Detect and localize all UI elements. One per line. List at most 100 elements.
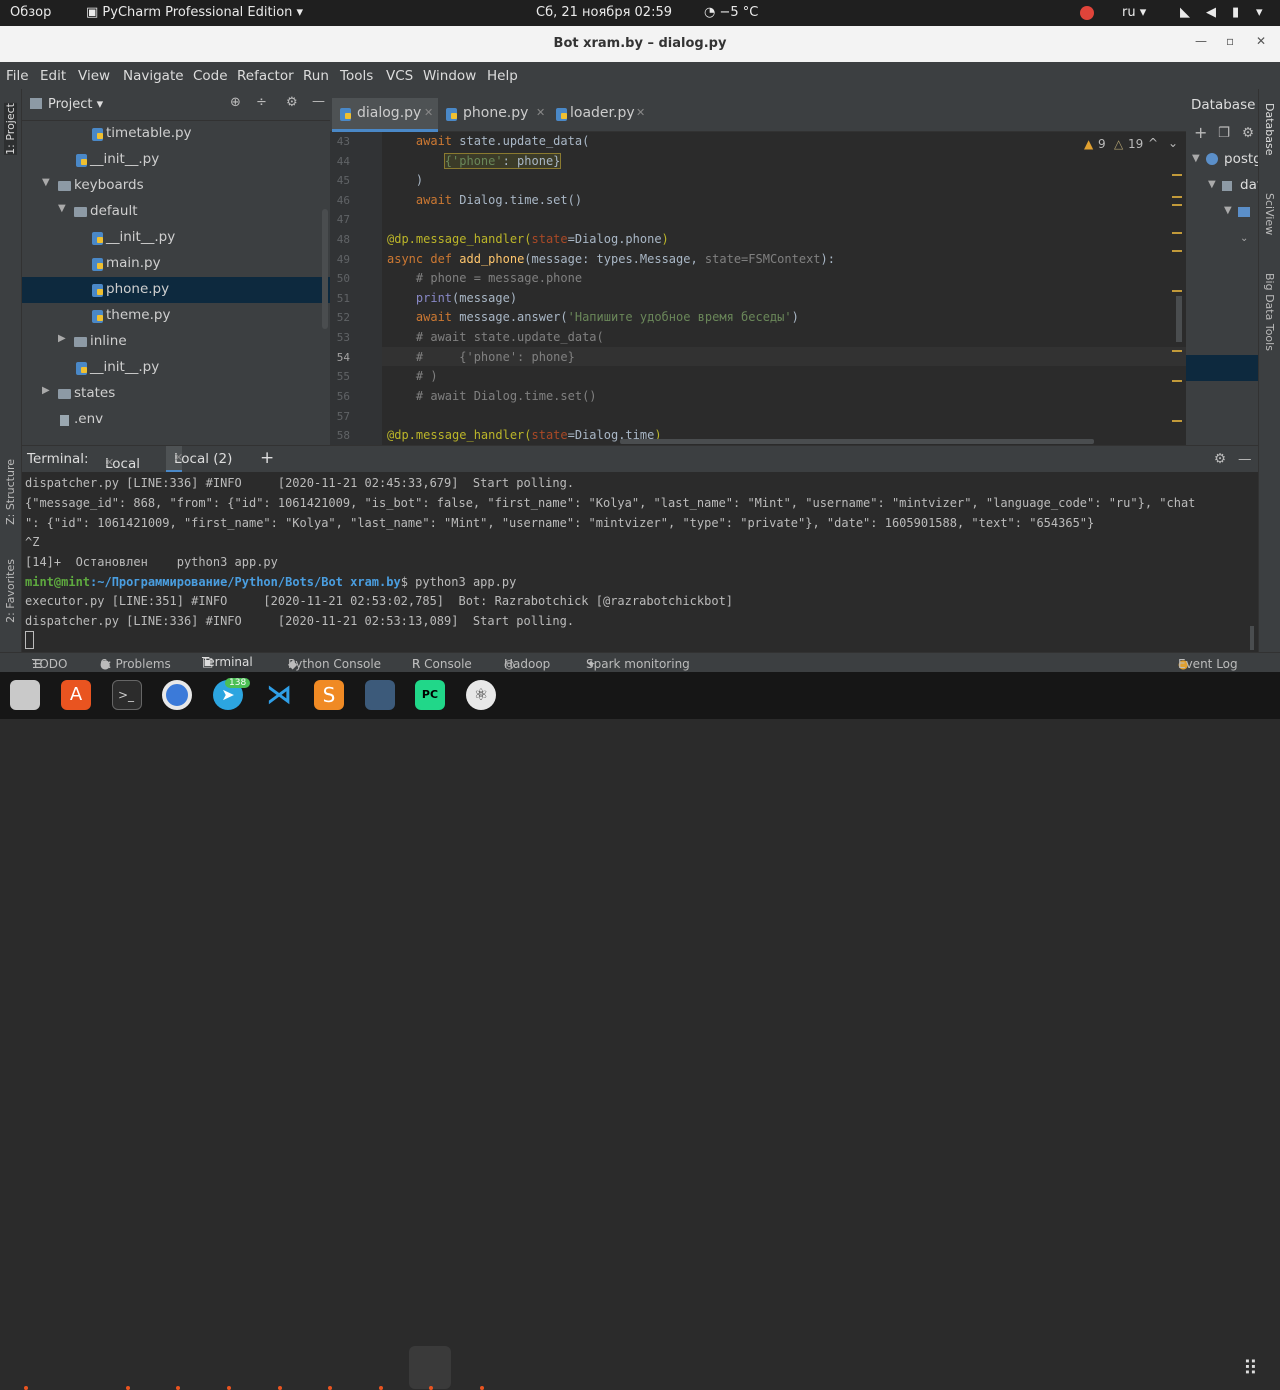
menu-window[interactable]: Window: [423, 68, 476, 84]
editor-horizontal-scrollbar[interactable]: [620, 439, 1094, 444]
tree-item-main[interactable]: main.py: [22, 251, 330, 277]
expand-arrow-icon[interactable]: ▼: [1208, 179, 1216, 190]
terminal-line: executor.py [LINE:351] #INFO [2020-11-21…: [25, 594, 734, 608]
tab-dialog[interactable]: dialog.py ✕: [332, 98, 438, 132]
terminal-app-icon[interactable]: >_: [112, 680, 142, 710]
tree-item-states[interactable]: ▶ states: [22, 381, 330, 407]
close-tab-icon[interactable]: ✕: [174, 451, 183, 464]
tab-phone[interactable]: phone.py ✕: [440, 98, 550, 132]
maximize-icon[interactable]: ▫: [1226, 34, 1234, 48]
next-highlight-icon[interactable]: ⌄: [1168, 136, 1178, 150]
menu-edit[interactable]: Edit: [40, 68, 66, 84]
line-number: 56: [336, 390, 350, 403]
chromium-icon[interactable]: [162, 680, 192, 710]
big-data-tools-button[interactable]: Big Data Tools: [1263, 273, 1276, 351]
app-menu[interactable]: ▣ PyCharm Professional Edition ▾: [86, 5, 303, 20]
overview-button[interactable]: Обзор: [10, 5, 51, 20]
editor-scrollbar[interactable]: [1176, 296, 1182, 342]
hide-terminal-icon[interactable]: —: [1238, 451, 1252, 467]
battery-icon[interactable]: ▮: [1232, 5, 1239, 20]
expand-arrow-icon[interactable]: ▼: [1192, 153, 1200, 164]
code-line: async def add_phone(message: types.Messa…: [387, 252, 835, 266]
weather[interactable]: ◔ −5 °C: [704, 5, 758, 20]
properties-icon[interactable]: ⚙: [1242, 125, 1254, 141]
database-selected-row[interactable]: [1186, 355, 1258, 381]
expand-arrow-icon[interactable]: ▼: [42, 177, 50, 188]
tree-item-init[interactable]: __init__.py: [22, 147, 330, 173]
language-indicator[interactable]: ru ▾: [1122, 5, 1146, 20]
wifi-icon[interactable]: ◣: [1180, 5, 1190, 20]
menu-refactor[interactable]: Refactor: [237, 68, 294, 84]
line-number: 51: [336, 292, 350, 305]
previous-highlight-icon[interactable]: ^: [1148, 136, 1158, 150]
menu-view[interactable]: View: [78, 68, 110, 84]
volume-icon[interactable]: ◀: [1206, 5, 1216, 20]
python-file-icon: [92, 128, 103, 141]
tab-loader[interactable]: loader.py ✕: [552, 98, 662, 132]
tree-item-default[interactable]: ▼ default: [22, 199, 330, 225]
database-tool-button[interactable]: Database: [1263, 103, 1276, 156]
collapse-arrow-icon[interactable]: ▶: [42, 385, 50, 396]
vscode-icon[interactable]: ⋊: [264, 680, 294, 710]
collapse-arrow-icon[interactable]: ▶: [58, 333, 66, 344]
menu-file[interactable]: File: [6, 68, 29, 84]
terminal-tab-local-2[interactable]: Local (2) ✕: [166, 446, 232, 473]
menu-navigate[interactable]: Navigate: [123, 68, 184, 84]
tree-item-init[interactable]: __init__.py: [22, 355, 330, 381]
inspection-widget[interactable]: ▲ 9 △ 19 ^ ⌄: [1080, 134, 1184, 154]
close-icon[interactable]: ✕: [1256, 34, 1266, 48]
chrome-tray-icon[interactable]: [1080, 6, 1094, 20]
tree-item-inline[interactable]: ▶ inline: [22, 329, 330, 355]
line-number: 48: [336, 233, 350, 246]
favorites-tool-button[interactable]: 2: Favorites: [4, 559, 17, 623]
tree-item-keyboards[interactable]: ▼ keyboards: [22, 173, 330, 199]
menu-help[interactable]: Help: [487, 68, 518, 84]
terminal-settings-icon[interactable]: ⚙: [1214, 451, 1226, 467]
terminal-scrollbar[interactable]: [1250, 626, 1254, 650]
close-tab-icon[interactable]: ✕: [536, 106, 545, 119]
menu-tools[interactable]: Tools: [340, 68, 373, 84]
collapse-icon[interactable]: ÷: [256, 95, 267, 110]
line-number: 53: [336, 331, 350, 344]
menu-code[interactable]: Code: [193, 68, 228, 84]
project-tool-button[interactable]: 1: Project: [4, 103, 17, 155]
tree-item-init[interactable]: __init__.py: [22, 225, 330, 251]
mysql-workbench-icon[interactable]: [365, 680, 395, 710]
add-icon[interactable]: +: [1194, 123, 1207, 142]
window-title: Bot xram.by – dialog.py: [553, 36, 727, 51]
tree-item-phone[interactable]: phone.py: [22, 277, 330, 303]
tree-item-env[interactable]: .env: [22, 407, 330, 433]
project-scrollbar[interactable]: [322, 209, 328, 329]
atom-icon[interactable]: ⚛: [466, 680, 496, 710]
copy-icon[interactable]: ❐: [1218, 125, 1230, 141]
expand-arrow-icon[interactable]: ⌄: [1240, 233, 1248, 244]
python-file-icon: [92, 258, 103, 271]
system-menu-arrow-icon[interactable]: ▾: [1256, 5, 1263, 20]
close-tab-icon[interactable]: ✕: [105, 456, 114, 469]
menu-run[interactable]: Run: [303, 68, 329, 84]
telegram-badge: 138: [225, 678, 251, 688]
new-terminal-tab-icon[interactable]: +: [260, 448, 274, 468]
software-center-icon[interactable]: A: [61, 680, 91, 710]
files-icon[interactable]: [10, 680, 40, 710]
expand-arrow-icon[interactable]: ▼: [1224, 205, 1232, 216]
menu-vcs[interactable]: VCS: [386, 68, 413, 84]
tree-item-theme[interactable]: theme.py: [22, 303, 330, 329]
line-number: 47: [336, 213, 350, 226]
clock[interactable]: Сб, 21 ноября 02:59: [536, 5, 672, 20]
minimize-icon[interactable]: —: [1195, 34, 1207, 48]
gear-icon[interactable]: ⚙: [286, 95, 298, 110]
app-grid-icon[interactable]: ⠿: [1243, 1356, 1258, 1380]
hide-icon[interactable]: —: [312, 94, 325, 109]
locate-icon[interactable]: ⊕: [230, 95, 241, 110]
sublime-icon[interactable]: S: [314, 680, 344, 710]
pycharm-dock-icon[interactable]: PC: [415, 680, 445, 710]
project-view-selector[interactable]: Project ▾: [48, 97, 103, 112]
editor-tabs: dialog.py ✕ phone.py ✕ loader.py ✕: [330, 98, 1186, 132]
tree-item-timetable[interactable]: timetable.py: [22, 121, 330, 147]
close-tab-icon[interactable]: ✕: [424, 106, 433, 119]
sciview-tool-button[interactable]: SciView: [1263, 193, 1276, 235]
expand-arrow-icon[interactable]: ▼: [58, 203, 66, 214]
close-tab-icon[interactable]: ✕: [636, 106, 645, 119]
structure-tool-button[interactable]: Z: Structure: [4, 459, 17, 525]
